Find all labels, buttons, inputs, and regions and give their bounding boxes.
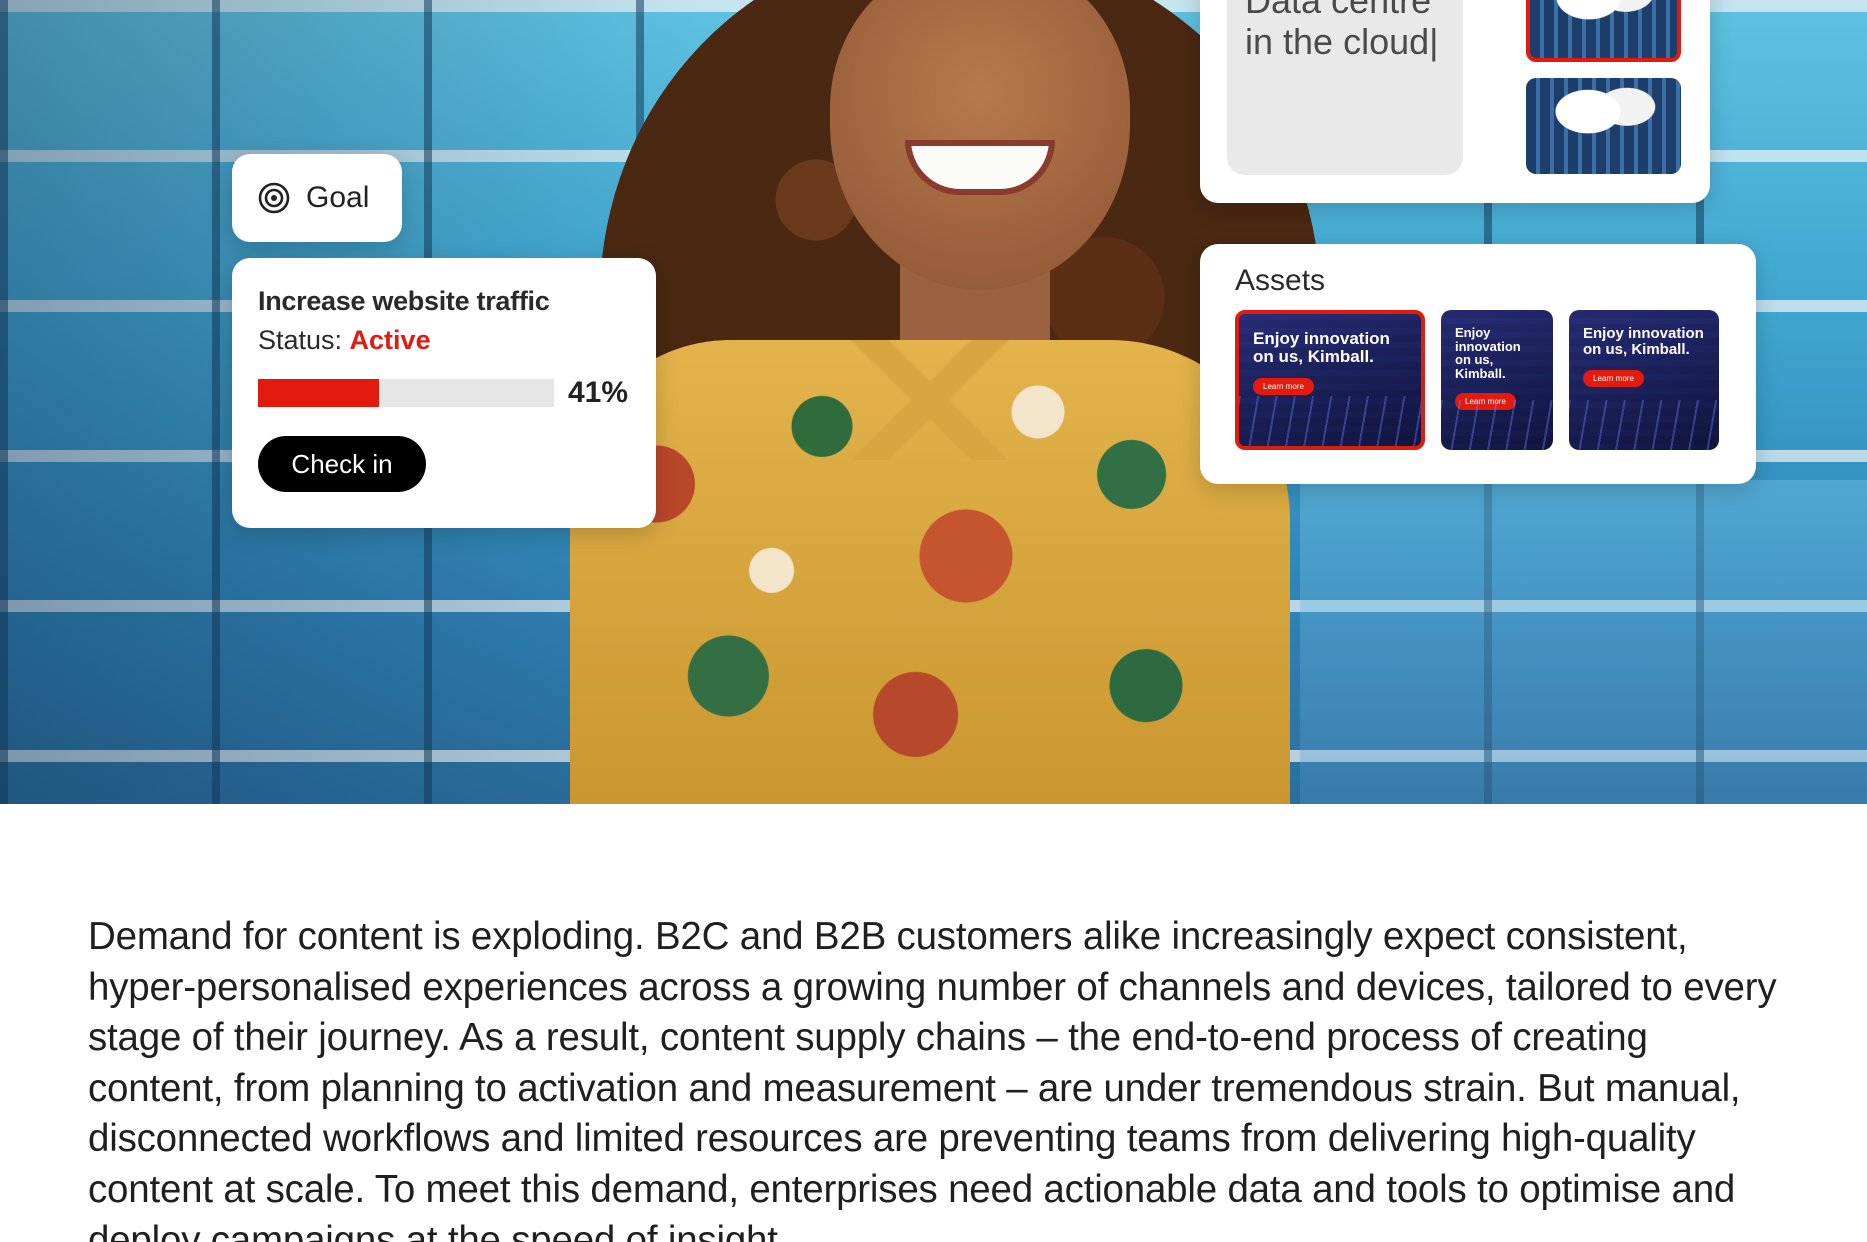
goal-title: Increase website traffic bbox=[258, 286, 550, 316]
learn-more-button: Learn more bbox=[1253, 377, 1314, 395]
asset-item[interactable]: Enjoy innovation on us, Kimball. Learn m… bbox=[1569, 310, 1719, 450]
asset-headline: Enjoy innovation on us, Kimball. bbox=[1253, 329, 1390, 366]
asset-item[interactable]: Enjoy innovation on us, Kimball. Learn m… bbox=[1235, 310, 1425, 450]
assets-title: Assets bbox=[1235, 264, 1326, 297]
progress-fill bbox=[258, 379, 380, 407]
target-icon bbox=[258, 182, 290, 214]
hero-image: Goal Increase website traffic Status: Ac… bbox=[0, 0, 1867, 804]
status-label: Status: bbox=[258, 325, 350, 355]
status-badge: Active bbox=[349, 325, 431, 355]
data-centre-card: Data centre in the cloud| bbox=[1200, 0, 1710, 203]
intro-paragraph: Demand for content is exploding. B2C and… bbox=[88, 915, 1777, 1242]
data-centre-thumbnail[interactable] bbox=[1526, 78, 1681, 174]
prompt-text: Data centre in the cloud| bbox=[1245, 0, 1439, 63]
progress-bar bbox=[258, 379, 554, 407]
prompt-text-panel[interactable]: Data centre in the cloud| bbox=[1227, 0, 1463, 175]
assets-list: Enjoy innovation on us, Kimball. Learn m… bbox=[1235, 310, 1719, 450]
assets-card: Assets Enjoy innovation on us, Kimball. … bbox=[1200, 244, 1756, 484]
goal-pill[interactable]: Goal bbox=[232, 154, 402, 242]
learn-more-button: Learn more bbox=[1583, 369, 1644, 387]
asset-headline: Enjoy innovation on us, Kimball. bbox=[1455, 325, 1521, 381]
goal-label: Goal bbox=[306, 181, 370, 214]
status-row: Status: Active bbox=[258, 325, 630, 356]
asset-item[interactable]: Enjoy innovation on us, Kimball. Learn m… bbox=[1441, 310, 1553, 450]
data-centre-thumbnail-selected[interactable] bbox=[1526, 0, 1681, 62]
goal-card: Increase website traffic Status: Active … bbox=[232, 258, 656, 528]
asset-headline: Enjoy innovation on us, Kimball. bbox=[1583, 325, 1704, 358]
progress-row: 41% bbox=[258, 376, 630, 410]
check-in-button[interactable]: Check in bbox=[258, 436, 426, 492]
progress-percent: 41% bbox=[568, 376, 629, 409]
